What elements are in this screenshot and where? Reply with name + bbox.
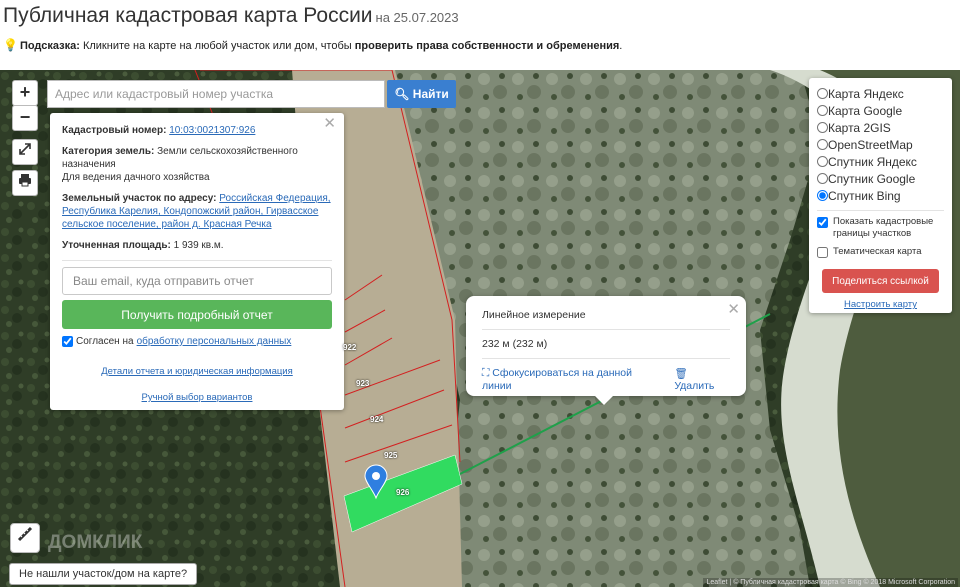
divider <box>62 260 332 261</box>
cadastral-number-link[interactable]: 10:03:0021307:926 <box>169 125 255 136</box>
delete-label: Удалить <box>674 380 715 392</box>
plot-label: 922 <box>343 343 357 352</box>
layer-label: Спутник Bing <box>828 188 901 203</box>
get-report-button[interactable]: Получить подробный отчет <box>62 300 332 329</box>
plot-label: 923 <box>356 379 370 388</box>
show-borders-checkbox[interactable] <box>817 217 828 228</box>
focus-line-label: Сфокусироваться на данной линии <box>482 367 633 392</box>
hint-emphasis: проверить права собственности и обремене… <box>354 40 620 52</box>
thematic-checkbox[interactable] <box>817 247 828 258</box>
focus-line-link[interactable]: ⛶ Сфокусироваться на данной линии <box>482 367 662 392</box>
layers-panel: Карта Яндекс Карта Google Карта 2GIS Ope… <box>809 78 952 313</box>
layer-label: Карта 2GIS <box>828 120 891 135</box>
trash-icon: 🗑︎ <box>674 368 688 380</box>
hint-text: Кликните на карте на любой участок или д… <box>79 40 355 52</box>
thematic-label: Тематическая карта <box>833 246 922 257</box>
printer-icon <box>19 174 31 187</box>
search-icon: 🔍︎ <box>394 87 413 101</box>
close-icon[interactable]: ✕ <box>323 116 336 131</box>
share-link-button[interactable]: Поделиться ссылкой <box>822 269 939 293</box>
layer-option[interactable]: OpenStreetMap <box>817 136 944 153</box>
measure-value: 232 м (232 м) <box>482 338 548 350</box>
layer-radio[interactable] <box>817 105 828 116</box>
area-row: Уточненная площадь: 1 939 кв.м. <box>62 239 332 252</box>
popup-tail <box>595 396 613 405</box>
print-button[interactable] <box>12 170 38 196</box>
measure-popup: ✕ Линейное измерение 232 м (232 м) ⛶ Сфо… <box>466 296 746 405</box>
ruler-button[interactable] <box>10 523 40 553</box>
divider <box>482 329 730 330</box>
manual-selection-link[interactable]: Ручной выбор вариантов <box>62 391 332 404</box>
find-button[interactable]: 🔍︎ Найти <box>387 80 456 108</box>
date-label: на 25.07.2023 <box>375 10 459 25</box>
fullscreen-button[interactable] <box>12 139 38 165</box>
domclick-watermark: ДОМКЛИК <box>48 532 143 553</box>
title-text: Публичная кадастровая карта России <box>3 4 373 27</box>
layer-radio[interactable] <box>817 173 828 184</box>
layer-option[interactable]: Карта Google <box>817 102 944 119</box>
show-borders-option[interactable]: Показать кадастровые границы участков <box>817 216 944 240</box>
divider <box>482 358 730 359</box>
measure-actions: ⛶ Сфокусироваться на данной линии 🗑︎ Уда… <box>482 367 730 392</box>
page-title: Публичная кадастровая карта России на 25.… <box>3 4 459 28</box>
delete-link[interactable]: 🗑︎ Удалить <box>674 367 730 392</box>
consent-row: Согласен на обработку персональных данны… <box>62 335 332 348</box>
area-value: 1 939 кв.м. <box>173 240 224 251</box>
hint: 💡 Подсказка: Кликните на карте на любой у… <box>3 38 622 52</box>
layer-radio[interactable] <box>817 156 828 167</box>
measure-title: Линейное измерение <box>482 309 586 321</box>
zoom-in-button[interactable]: + <box>12 80 38 106</box>
plot-label: 924 <box>370 415 384 424</box>
plot-label: 925 <box>384 451 398 460</box>
layer-label: Карта Google <box>828 103 903 118</box>
land-category-row: Категория земель: Земли сельскохозяйстве… <box>62 145 332 184</box>
ruler-icon <box>17 526 33 542</box>
layer-option[interactable]: Карта Яндекс <box>817 85 944 102</box>
layer-radio[interactable] <box>817 139 828 150</box>
thematic-option[interactable]: Тематическая карта <box>817 246 944 258</box>
layer-radio[interactable] <box>817 190 828 201</box>
map[interactable]: + − 🔍︎ Найти ✕ Кадастровый номер: 10:03:… <box>0 70 960 587</box>
plot-info-card: ✕ Кадастровый номер: 10:03:0021307:926 К… <box>50 113 344 410</box>
address-row: Земельный участок по адресу: Российская … <box>62 192 332 231</box>
bulb-icon: 💡 <box>3 38 18 52</box>
layer-option[interactable]: Карта 2GIS <box>817 119 944 136</box>
cadastral-label: Кадастровый номер: <box>62 125 167 136</box>
email-field[interactable] <box>62 267 332 295</box>
consent-checkbox[interactable] <box>62 336 73 347</box>
hint-label: Подсказка: <box>19 40 80 52</box>
cadastral-number-row: Кадастровый номер: 10:03:0021307:926 <box>62 124 332 137</box>
divider <box>817 210 944 211</box>
focus-icon: ⛶ <box>482 367 493 379</box>
report-details-link[interactable]: Детали отчета и юридическая информация <box>62 365 332 378</box>
layer-radio[interactable] <box>817 88 828 99</box>
map-attribution: Leaflet | © Публичная кадастровая карта … <box>703 578 958 587</box>
layer-label: Спутник Google <box>828 171 916 186</box>
find-button-label: Найти <box>412 87 449 101</box>
close-icon[interactable]: ✕ <box>727 300 740 318</box>
hint-end: . <box>619 40 623 52</box>
layer-label: Спутник Яндекс <box>828 154 917 169</box>
expand-icon <box>19 143 31 155</box>
layer-radio[interactable] <box>817 122 828 133</box>
layer-label: OpenStreetMap <box>828 137 913 152</box>
usage-value: Для ведения дачного хозяйства <box>62 172 210 183</box>
zoom-out-button[interactable]: − <box>12 105 38 131</box>
plot-label: 926 <box>396 488 410 497</box>
layer-option[interactable]: Спутник Яндекс <box>817 153 944 170</box>
personal-data-link[interactable]: обработку персональных данных <box>137 335 292 348</box>
search-input[interactable] <box>47 80 385 108</box>
not-found-button[interactable]: Не нашли участок/дом на карте? <box>9 563 198 585</box>
layer-label: Карта Яндекс <box>828 86 904 101</box>
show-borders-label: Показать кадастровые границы участков <box>833 216 934 239</box>
area-label: Уточненная площадь: <box>62 240 171 251</box>
address-label: Земельный участок по адресу: <box>62 193 217 204</box>
layer-option-selected[interactable]: Спутник Bing <box>817 187 944 204</box>
consent-text: Согласен на <box>76 336 134 347</box>
map-settings-link[interactable]: Настроить карту <box>817 299 944 310</box>
layer-option[interactable]: Спутник Google <box>817 170 944 187</box>
category-label: Категория земель: <box>62 146 155 157</box>
